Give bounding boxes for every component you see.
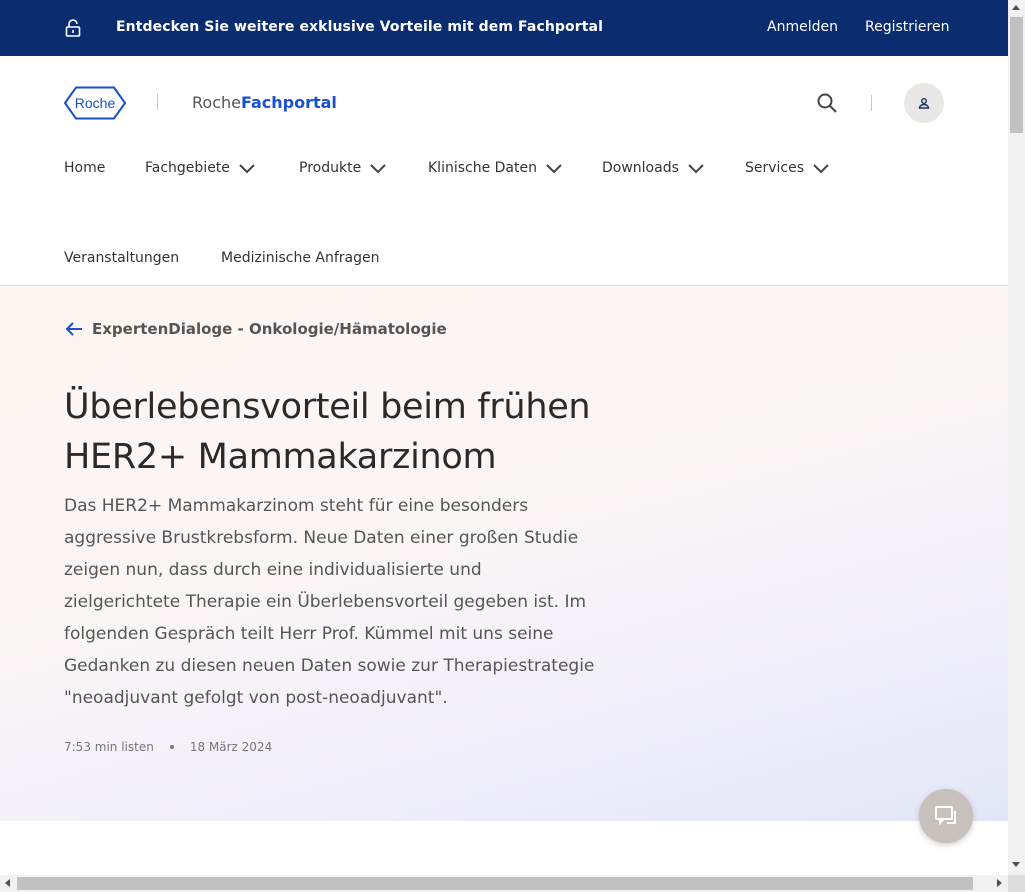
page-title: Überlebensvorteil beim frühen HER2+ Mamm… [64,382,624,482]
horizontal-scrollbar[interactable] [0,875,1008,892]
arrow-left-icon [65,322,82,336]
chevron-down-icon [239,164,255,174]
register-link[interactable]: Registrieren [865,19,949,35]
nav-label: Downloads [602,160,679,176]
header-divider [871,95,872,111]
chat-icon [935,806,956,826]
nav-label: Fachgebiete [145,160,230,176]
login-link[interactable]: Anmelden [767,19,838,35]
search-icon[interactable] [816,92,838,114]
site-header: Roche RocheFachportal Home Fachgebiete P… [0,56,1008,286]
chevron-down-icon [813,164,829,174]
nav-item-fachgebiete[interactable]: Fachgebiete [145,160,256,176]
portal-title-part1: Roche [192,93,241,112]
scroll-up-arrow[interactable] [1012,5,1020,10]
nav-item-downloads[interactable]: Downloads [602,160,705,176]
nav-label: Veranstaltungen [64,250,180,266]
hero-section: ExpertenDialoge - Onkologie/Hämatologie … [0,286,1008,821]
chat-button[interactable] [919,789,973,843]
chevron-down-icon [370,164,386,174]
scroll-down-arrow[interactable] [1012,862,1020,867]
back-link-label: ExpertenDialoge - Onkologie/Hämatologie [92,320,447,338]
lead-text: Das HER2+ Mammakarzinom steht für eine b… [64,496,595,708]
scroll-left-arrow[interactable] [5,879,10,887]
vertical-scroll-thumb[interactable] [1010,17,1023,133]
scroll-right-arrow[interactable] [997,879,1002,887]
nav-label: Klinische Daten [428,160,537,176]
page: Entdecken Sie weitere exklusive Vorteile… [0,0,1008,875]
page-title-line1: Überlebensvorteil beim frühen [64,387,591,427]
horizontal-scroll-thumb[interactable] [17,877,973,890]
nav-item-services[interactable]: Services [745,160,830,176]
logo-divider [157,94,158,110]
chevron-down-icon [688,164,704,174]
scrollbar-corner [1008,875,1025,892]
publish-date: 18 März 2024 [189,740,273,754]
top-banner: Entdecken Sie weitere exklusive Vorteile… [0,0,1008,56]
user-icon [918,98,930,109]
nav-label: Services [745,160,805,176]
nav-label: Home [64,160,106,176]
nav-item-produkte[interactable]: Produkte [299,160,387,176]
nav-item-veranstaltungen[interactable]: Veranstaltungen [64,250,179,266]
roche-logo[interactable]: Roche [64,86,126,120]
meta-separator [169,744,174,749]
nav-item-klinische-daten[interactable]: Klinische Daten [428,160,563,176]
nav-label: Medizinische Anfragen [221,250,380,266]
article-meta: 7:53 min listen 18 März 2024 [64,740,272,754]
promo-text: Entdecken Sie weitere exklusive Vorteile… [116,19,603,35]
logo-text: Roche [75,95,116,111]
nav-item-home[interactable]: Home [64,160,105,176]
vertical-scrollbar[interactable] [1008,0,1025,875]
chevron-down-icon [546,164,562,174]
nav-item-medizinische-anfragen[interactable]: Medizinische Anfragen [221,250,379,266]
portal-title-part2: Fachportal [240,93,337,112]
nav-label: Produkte [299,160,362,176]
listen-duration: 7:53 min listen [64,740,154,754]
lock-open-icon [65,19,81,37]
user-account-button[interactable] [904,83,944,123]
back-link[interactable]: ExpertenDialoge - Onkologie/Hämatologie [64,320,447,338]
portal-title[interactable]: RocheFachportal [192,93,337,112]
page-title-line2: HER2+ Mammakarzinom [64,437,497,477]
